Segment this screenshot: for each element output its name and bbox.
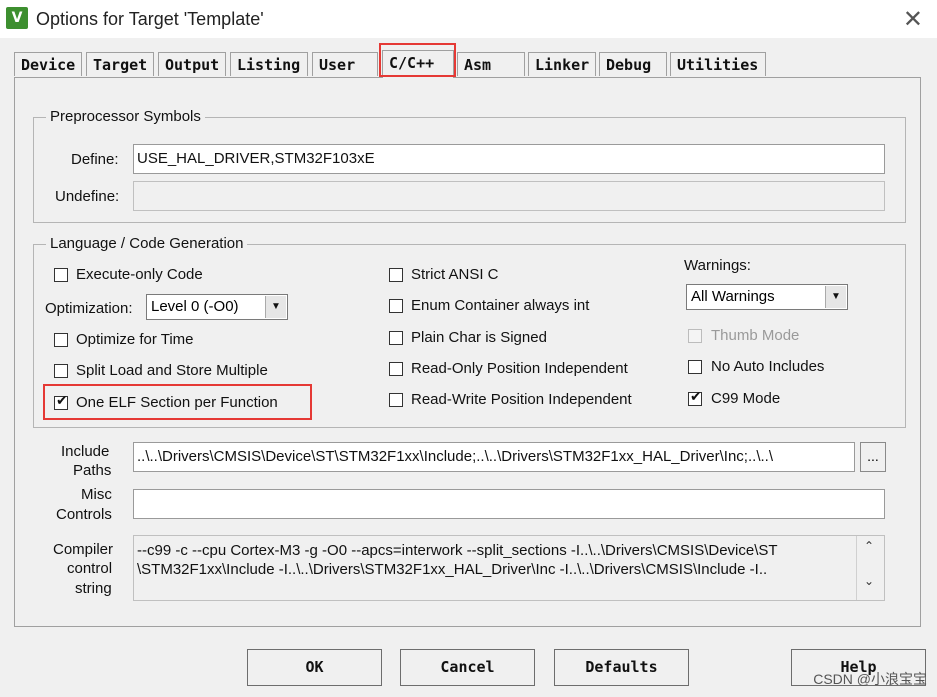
enum-container-label: Enum Container always int [411, 297, 590, 314]
plain-char-label: Plain Char is Signed [411, 329, 547, 346]
ropi-label: Read-Only Position Independent [411, 360, 628, 377]
scroll-up-icon[interactable]: ⌃ [864, 537, 874, 556]
misc-controls-input[interactable] [133, 489, 885, 519]
split-load-checkbox[interactable] [54, 364, 68, 378]
no-auto-includes-label: No Auto Includes [711, 358, 825, 375]
preprocessor-group: Preprocessor Symbols Define: USE_HAL_DRI… [33, 108, 906, 223]
watermark: CSDN @小浪宝宝 [813, 671, 927, 687]
check-icon: ✔ [690, 389, 702, 405]
active-tab-highlight [379, 43, 456, 77]
tab-output[interactable]: Output [158, 52, 226, 76]
rwpi-label: Read-Write Position Independent [411, 391, 632, 408]
options-dialog: V Options for Target 'Template' ✕ Device… [0, 0, 937, 697]
c-cpp-panel: Preprocessor Symbols Define: USE_HAL_DRI… [14, 77, 921, 627]
compiler-string-label-1: Compiler [53, 541, 114, 558]
keil-uvision-icon: V [6, 7, 28, 29]
undefine-label: Undefine: [55, 188, 120, 205]
defaults-button[interactable]: Defaults [554, 649, 689, 686]
compiler-scrollbar[interactable]: ⌃ ⌄ [856, 536, 884, 600]
compiler-string-label-2: control [67, 560, 113, 577]
compiler-string-line2: \STM32F1xx\Include -I..\..\Drivers\STM32… [137, 561, 768, 578]
close-icon[interactable]: ✕ [903, 5, 923, 33]
c99-mode-checkbox[interactable]: ✔ [688, 389, 702, 406]
optimization-label: Optimization: [45, 300, 133, 317]
optimization-value: Level 0 (-O0) [151, 298, 239, 315]
no-auto-includes-checkbox[interactable] [688, 360, 702, 374]
split-load-label: Split Load and Store Multiple [76, 362, 268, 379]
misc-controls-label-2: Controls [56, 506, 112, 523]
plain-char-checkbox[interactable] [389, 331, 403, 345]
ok-button[interactable]: OK [247, 649, 382, 686]
tab-listing[interactable]: Listing [230, 52, 308, 76]
execute-only-checkbox[interactable] [54, 268, 68, 282]
tab-linker[interactable]: Linker [528, 52, 596, 76]
tab-target[interactable]: Target [86, 52, 154, 76]
strict-ansi-checkbox[interactable] [389, 268, 403, 282]
tab-debug[interactable]: Debug [599, 52, 667, 76]
compiler-string-label-3: string [75, 580, 112, 597]
tab-utilities[interactable]: Utilities [670, 52, 766, 76]
include-paths-label-1: Include [61, 443, 110, 460]
ropi-checkbox[interactable] [389, 362, 403, 376]
chevron-down-icon: ▼ [825, 286, 846, 308]
tab-user[interactable]: User [312, 52, 378, 76]
language-title: Language / Code Generation [46, 235, 248, 252]
cancel-button[interactable]: Cancel [400, 649, 535, 686]
language-group: Language / Code Generation Execute-only … [33, 235, 906, 428]
tab-device[interactable]: Device [14, 52, 82, 76]
include-paths-input[interactable]: ..\..\Drivers\CMSIS\Device\ST\STM32F1xx\… [133, 442, 855, 472]
include-paths-label-2: Paths [73, 462, 112, 479]
optimize-time-label: Optimize for Time [76, 331, 194, 348]
misc-controls-label-1: Misc [81, 486, 112, 503]
thumb-mode-label: Thumb Mode [711, 327, 800, 344]
define-label: Define: [71, 151, 119, 168]
one-elf-highlight [43, 384, 312, 420]
warnings-label: Warnings: [684, 257, 751, 274]
warnings-value: All Warnings [691, 288, 775, 305]
title-bar: V Options for Target 'Template' ✕ [0, 0, 937, 38]
compiler-string-box[interactable]: --c99 -c --cpu Cortex-M3 -g -O0 --apcs=i… [133, 535, 885, 601]
include-browse-button[interactable]: ... [860, 442, 886, 472]
tab-asm[interactable]: Asm [457, 52, 525, 76]
rwpi-checkbox[interactable] [389, 393, 403, 407]
optimize-time-checkbox[interactable] [54, 333, 68, 347]
preprocessor-title: Preprocessor Symbols [46, 108, 205, 125]
optimization-select[interactable]: Level 0 (-O0) ▼ [146, 294, 288, 320]
c99-mode-label: C99 Mode [711, 390, 781, 407]
define-input[interactable]: USE_HAL_DRIVER,STM32F103xE [133, 144, 885, 174]
strict-ansi-label: Strict ANSI C [411, 266, 499, 283]
scroll-down-icon[interactable]: ⌄ [864, 572, 874, 591]
warnings-select[interactable]: All Warnings ▼ [686, 284, 848, 310]
thumb-mode-checkbox [688, 329, 702, 343]
compiler-string-line1: --c99 -c --cpu Cortex-M3 -g -O0 --apcs=i… [137, 542, 778, 559]
undefine-input[interactable] [133, 181, 885, 211]
window-title: Options for Target 'Template' [36, 9, 264, 29]
enum-container-checkbox[interactable] [389, 299, 403, 313]
chevron-down-icon: ▼ [265, 296, 286, 318]
execute-only-label: Execute-only Code [76, 266, 203, 283]
